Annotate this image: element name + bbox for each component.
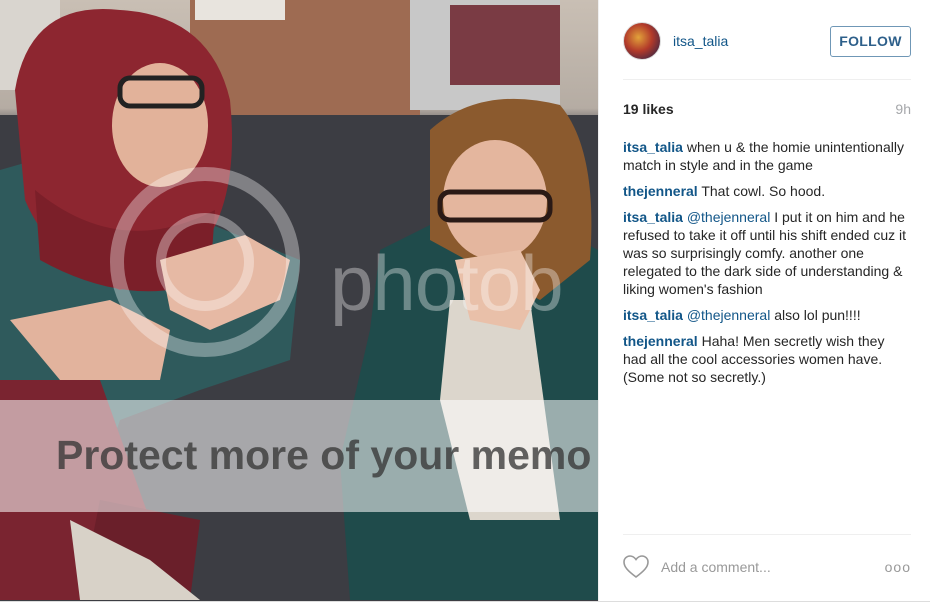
comment-item: thejenneral Haha! Men secretly wish they… xyxy=(623,332,911,386)
comments-list: itsa_talia when u & the homie unintentio… xyxy=(623,138,911,394)
follow-button[interactable]: FOLLOW xyxy=(830,26,911,57)
post-time[interactable]: 9h xyxy=(895,101,911,117)
comment-username[interactable]: thejenneral xyxy=(623,183,698,199)
avatar[interactable] xyxy=(623,22,661,60)
comment-username[interactable]: itsa_talia xyxy=(623,209,683,225)
watermark-text: Protect more of your memo xyxy=(56,432,592,478)
comment-item: thejenneral That cowl. So hood. xyxy=(623,182,911,200)
post-header: itsa_talia FOLLOW xyxy=(623,22,911,80)
comment-username[interactable]: itsa_talia xyxy=(623,139,683,155)
post-photo[interactable]: photob Protect more of your memo xyxy=(0,0,598,601)
comment-username[interactable]: thejenneral xyxy=(623,333,698,349)
likes-count[interactable]: 19 likes xyxy=(623,101,674,117)
comment-item: itsa_talia when u & the homie unintentio… xyxy=(623,138,911,174)
comment-item: itsa_talia @thejenneral I put it on him … xyxy=(623,208,911,298)
heart-icon[interactable] xyxy=(623,555,649,579)
comment-mention[interactable]: @thejenneral xyxy=(687,307,771,323)
add-comment-input[interactable] xyxy=(661,559,861,575)
comment-username[interactable]: itsa_talia xyxy=(623,307,683,323)
comment-item: itsa_talia @thejenneral also lol pun!!!! xyxy=(623,306,911,324)
comment-text: also lol pun!!!! xyxy=(774,307,861,323)
post-stats: 19 likes 9h xyxy=(623,101,911,121)
post-details-panel: itsa_talia FOLLOW 19 likes 9h itsa_talia… xyxy=(598,0,930,601)
bottom-strip xyxy=(0,601,930,611)
comment-mention[interactable]: @thejenneral xyxy=(687,209,771,225)
watermark-logo: photob xyxy=(330,239,564,327)
username-link[interactable]: itsa_talia xyxy=(673,33,728,49)
comment-text: That cowl. So hood. xyxy=(701,183,826,199)
comment-footer: ooo xyxy=(623,534,911,594)
more-options-icon[interactable]: ooo xyxy=(885,559,911,575)
